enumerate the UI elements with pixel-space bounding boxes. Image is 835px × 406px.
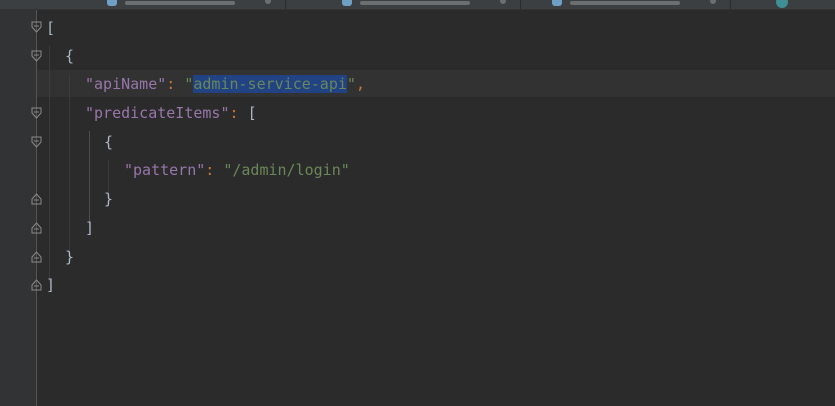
json-editor[interactable]: [ { "apiName": "admin-service-api", "pre… bbox=[0, 0, 835, 406]
open-bracket: [ bbox=[46, 19, 56, 37]
close-brace: } bbox=[65, 248, 75, 266]
json-value-pattern: "/admin/login" bbox=[223, 161, 350, 179]
json-key-pattern: "pattern" bbox=[124, 161, 206, 179]
json-file-icon bbox=[107, 0, 117, 6]
indent-guide bbox=[49, 46, 50, 282]
fold-collapse-icon[interactable] bbox=[31, 251, 42, 263]
fold-collapse-icon[interactable] bbox=[31, 193, 42, 205]
code-line-9[interactable]: } bbox=[65, 247, 74, 267]
open-brace: { bbox=[104, 133, 114, 151]
comma: , bbox=[355, 75, 365, 93]
json-file-icon bbox=[342, 0, 352, 6]
tab-overflow-icon[interactable] bbox=[776, 0, 788, 8]
json-file-icon bbox=[552, 0, 562, 6]
code-line-2[interactable]: { bbox=[65, 46, 74, 66]
colon: : bbox=[205, 161, 215, 179]
indent-guide bbox=[69, 74, 70, 254]
fold-collapse-icon[interactable] bbox=[31, 279, 42, 291]
editor-tab[interactable] bbox=[330, 0, 521, 9]
editor-gutter bbox=[0, 10, 36, 406]
string-quote: " bbox=[346, 75, 356, 93]
tab-label bbox=[570, 1, 680, 5]
close-icon[interactable] bbox=[265, 0, 271, 4]
close-bracket: ] bbox=[46, 276, 56, 294]
code-line-7[interactable]: } bbox=[104, 189, 113, 209]
close-brace: } bbox=[104, 190, 114, 208]
code-line-10[interactable]: ] bbox=[46, 275, 55, 295]
close-icon[interactable] bbox=[710, 0, 716, 4]
tab-label bbox=[360, 1, 470, 5]
code-line-1[interactable]: [ bbox=[46, 18, 55, 38]
colon: : bbox=[166, 75, 176, 93]
fold-expand-icon[interactable] bbox=[31, 136, 42, 148]
open-brace: { bbox=[65, 47, 75, 65]
colon: : bbox=[229, 104, 239, 122]
tab-label bbox=[125, 1, 235, 5]
editor-tab[interactable] bbox=[540, 0, 731, 9]
editor-tab[interactable] bbox=[95, 0, 286, 9]
fold-expand-icon[interactable] bbox=[31, 50, 42, 62]
json-key-apiName: "apiName" bbox=[85, 75, 167, 93]
code-line-8[interactable]: ] bbox=[85, 218, 94, 238]
code-line-5[interactable]: { bbox=[104, 132, 113, 152]
close-icon[interactable] bbox=[500, 0, 506, 4]
fold-expand-icon[interactable] bbox=[31, 107, 42, 119]
code-line-3[interactable]: "apiName": "admin-service-api", bbox=[85, 74, 365, 94]
open-bracket: [ bbox=[247, 104, 257, 122]
close-bracket: ] bbox=[85, 219, 95, 237]
json-key-predicateItems: "predicateItems" bbox=[85, 104, 230, 122]
code-line-4[interactable]: "predicateItems": [ bbox=[85, 103, 257, 123]
selected-text-apiName-value[interactable]: admin-service-api bbox=[193, 75, 347, 93]
editor-tab-bar bbox=[0, 0, 835, 10]
indent-guide bbox=[89, 131, 90, 225]
fold-expand-icon[interactable] bbox=[31, 21, 42, 33]
fold-collapse-icon[interactable] bbox=[31, 222, 42, 234]
code-line-6[interactable]: "pattern": "/admin/login" bbox=[124, 160, 350, 180]
